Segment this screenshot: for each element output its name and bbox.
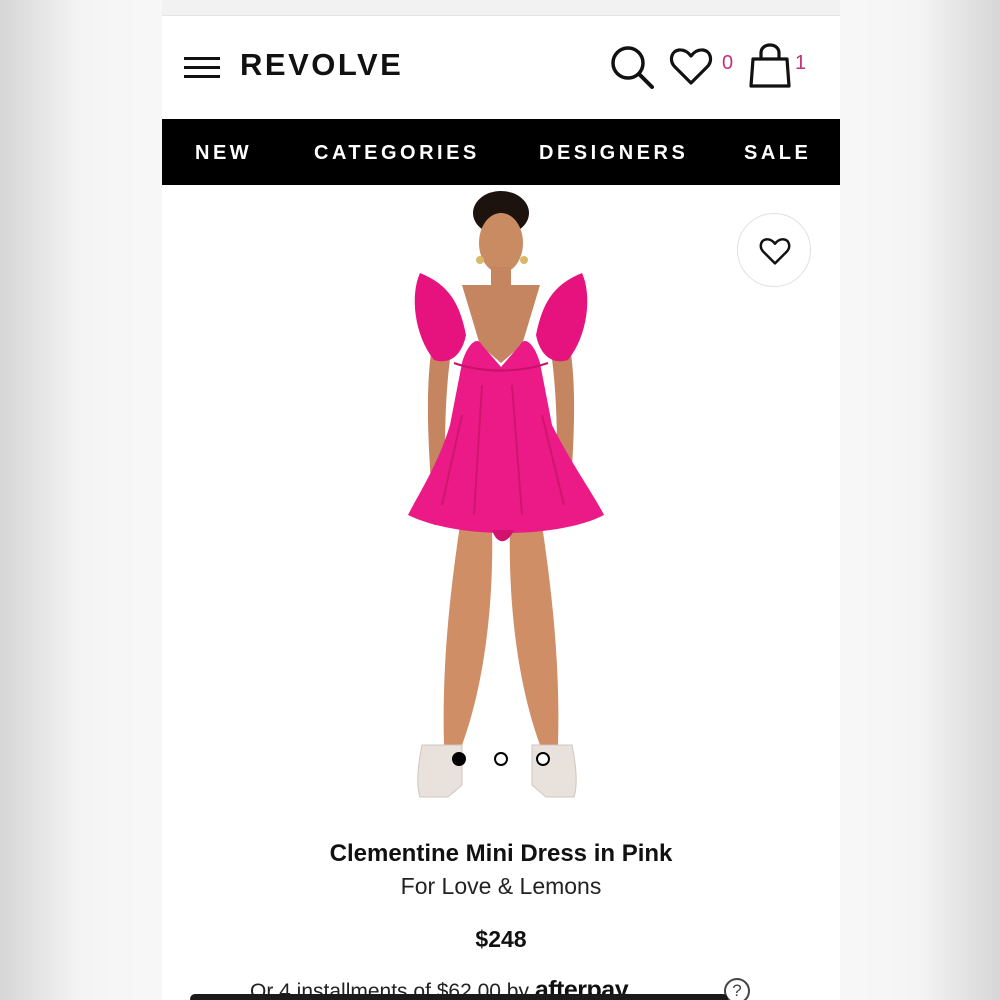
- bag-count: 1: [795, 52, 807, 74]
- wishlist-count: 0: [722, 52, 734, 74]
- search-icon[interactable]: [609, 44, 655, 90]
- product-price: $248: [475, 926, 527, 952]
- help-icon[interactable]: ?: [724, 978, 750, 1000]
- status-strip: [162, 0, 840, 16]
- revolve-logo[interactable]: REVOLVE: [240, 47, 403, 83]
- menu-icon[interactable]: [184, 57, 220, 81]
- image-pagination: [452, 752, 562, 766]
- nav-sale[interactable]: SALE: [744, 142, 811, 165]
- main-nav: NEW CATEGORIES DESIGNERS SALE: [162, 119, 840, 185]
- home-indicator: [190, 994, 728, 1000]
- product-brand[interactable]: For Love & Lemons: [162, 873, 840, 900]
- image-dot-1[interactable]: [452, 752, 466, 766]
- app-screen: REVOLVE 0 1 NEW CATEGORIES DESIGNERS SAL…: [162, 0, 840, 1000]
- heart-icon: [759, 238, 791, 265]
- nav-designers[interactable]: DESIGNERS: [539, 142, 688, 165]
- product-title: Clementine Mini Dress in Pink: [329, 840, 673, 867]
- favorite-button[interactable]: [737, 213, 811, 287]
- nav-categories[interactable]: CATEGORIES: [314, 142, 480, 165]
- image-dot-2[interactable]: [494, 752, 508, 766]
- nav-new[interactable]: NEW: [195, 142, 252, 165]
- heart-icon[interactable]: [669, 46, 713, 86]
- bag-icon[interactable]: [748, 43, 792, 89]
- image-dot-3[interactable]: [536, 752, 550, 766]
- product-image[interactable]: [162, 185, 840, 827]
- site-header: REVOLVE 0 1: [162, 17, 840, 119]
